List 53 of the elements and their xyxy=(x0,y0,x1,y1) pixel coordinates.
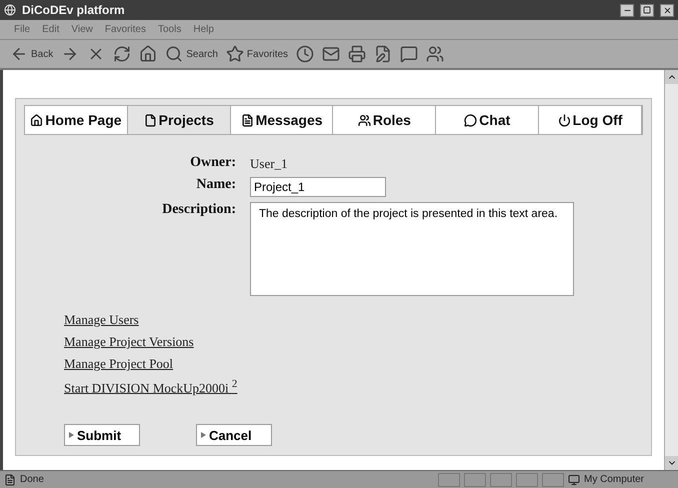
toolbar-button[interactable]: Search xyxy=(165,45,218,63)
printer-icon[interactable] xyxy=(348,45,366,63)
description-field[interactable]: The description of the project is presented in this text area. xyxy=(250,202,574,296)
scroll-down-button[interactable] xyxy=(665,456,678,470)
close-icon xyxy=(662,6,672,14)
people-icon[interactable] xyxy=(426,45,444,63)
home-icon[interactable] xyxy=(139,45,158,63)
link[interactable]: Manage Project Versions xyxy=(64,334,643,350)
name-field[interactable]: Project_1 xyxy=(250,177,386,197)
search-icon xyxy=(165,45,184,63)
zone-text: My Computer xyxy=(584,474,646,485)
browser-icon xyxy=(4,4,16,16)
status-pane xyxy=(438,472,460,486)
submit-button[interactable]: Submit xyxy=(64,424,140,446)
chat-icon[interactable] xyxy=(400,45,418,63)
window-title: DiCoDEv platform xyxy=(22,3,126,17)
status-pane xyxy=(490,472,512,486)
link[interactable]: Start DIVISION MockUp2000i $^{2}$ xyxy=(64,378,643,396)
page-icon xyxy=(4,474,16,486)
maximize-button[interactable] xyxy=(640,4,654,16)
status-pane xyxy=(542,472,564,486)
toolbar-button[interactable]: Back xyxy=(10,45,54,63)
toolbar-button[interactable]: Favorites xyxy=(226,45,288,63)
edit-icon[interactable] xyxy=(374,45,392,63)
status-pane xyxy=(516,472,538,486)
scrollbar[interactable] xyxy=(664,70,678,470)
status-text: Done xyxy=(20,474,45,485)
chat-icon xyxy=(464,114,478,126)
triangle-icon xyxy=(69,432,74,438)
triangle-icon xyxy=(201,432,206,438)
status-pane xyxy=(464,472,486,486)
document-icon xyxy=(240,114,254,126)
computer-icon xyxy=(568,474,580,486)
scroll-up-button[interactable] xyxy=(665,70,678,84)
house-icon xyxy=(30,114,44,126)
star-icon xyxy=(226,45,244,63)
owner-value: User_1 xyxy=(250,155,289,172)
link[interactable]: Manage Project Pool xyxy=(64,356,643,372)
cancel-button[interactable]: Cancel xyxy=(196,424,272,446)
field-label: Name: xyxy=(195,177,236,193)
close-button[interactable] xyxy=(660,4,674,16)
refresh-icon[interactable] xyxy=(113,45,132,63)
page-icon xyxy=(144,114,157,126)
field-label: Description: xyxy=(161,202,236,218)
people-icon xyxy=(358,114,371,126)
clock-icon[interactable] xyxy=(296,45,314,63)
mail-icon[interactable] xyxy=(322,45,340,63)
maximize-icon xyxy=(643,6,651,14)
link[interactable]: Manage Users xyxy=(64,312,643,328)
minimize-button[interactable] xyxy=(620,4,634,16)
field-label: Owner: xyxy=(189,155,236,171)
power-icon xyxy=(558,114,571,126)
nav-tab[interactable]: Projects xyxy=(128,106,231,134)
